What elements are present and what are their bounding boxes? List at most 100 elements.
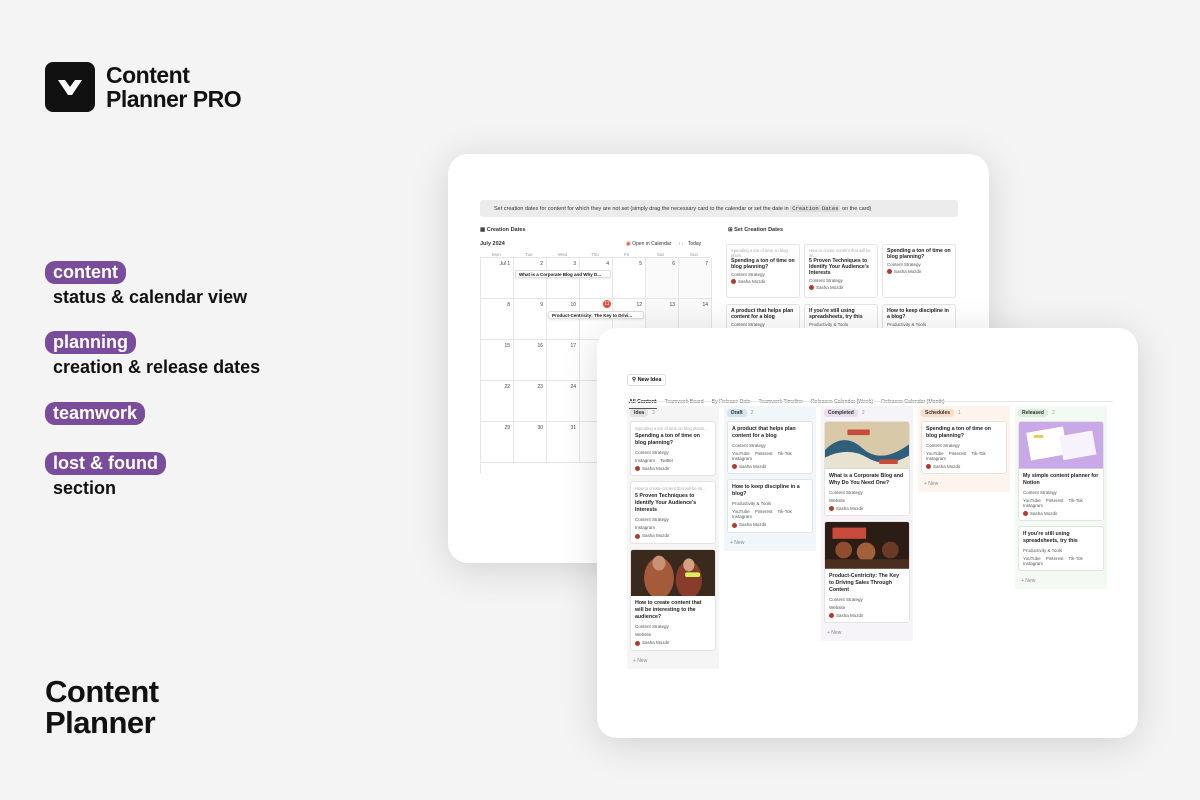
day-number: 24 bbox=[570, 384, 576, 390]
board-card[interactable]: My simple content planner for Notion Cont… bbox=[1018, 421, 1104, 521]
card-body: Product-Centricity: The Key to Driving S… bbox=[825, 569, 909, 622]
channel-label: Website bbox=[635, 632, 652, 638]
card-title: 5 Proven Techniques to Identify Your Aud… bbox=[635, 493, 697, 514]
author-name: Sasha Mozdir bbox=[1030, 510, 1058, 516]
card-hint: How to create content that will be int..… bbox=[809, 248, 871, 258]
day-number: 7 bbox=[705, 261, 708, 267]
avatar bbox=[635, 533, 640, 539]
board-column-idea: Idea 3 Spending a ton of time on blog plan… bbox=[627, 406, 719, 669]
column-header: Completed 2 bbox=[824, 409, 910, 417]
card-tag: Content Strategy bbox=[926, 443, 960, 448]
card-hint: Spending a ton of time on blog planni... bbox=[635, 426, 708, 431]
board-card[interactable]: If you're still using spreadsheets, try … bbox=[1018, 525, 1104, 571]
day-number: 11 bbox=[603, 300, 611, 308]
board-card[interactable]: How to keep discipline in a blog? Product… bbox=[727, 479, 813, 533]
unset-card[interactable]: How to create content that will be int..… bbox=[804, 244, 878, 298]
section-label: Creation Dates bbox=[486, 227, 526, 233]
column-header: Released 2 bbox=[1018, 409, 1104, 417]
card-title: Product-Centricity: The Key to Driving S… bbox=[829, 572, 900, 593]
feature-planning: planning creation & release dates bbox=[45, 331, 260, 377]
card-channels: Website bbox=[829, 498, 905, 503]
unset-card[interactable]: Spending a ton of time on blog planning?… bbox=[882, 244, 956, 298]
prev-next-icon[interactable]: ‹ › bbox=[679, 241, 684, 247]
channel-label: Pinterest bbox=[754, 509, 773, 515]
add-new-button[interactable]: + New bbox=[921, 479, 1007, 489]
today-button[interactable]: Today bbox=[688, 241, 701, 247]
column-count: 2 bbox=[1051, 410, 1055, 416]
calendar-event[interactable]: What is a Corporate Blog and Why D... bbox=[515, 270, 611, 278]
calendar-day-cell[interactable]: 30 bbox=[514, 422, 547, 463]
calendar-day-cell[interactable]: 9 bbox=[514, 299, 547, 340]
day-number: 13 bbox=[669, 302, 675, 308]
calendar-day-cell[interactable]: 22 bbox=[481, 381, 514, 422]
status-chip: Draft bbox=[727, 409, 747, 417]
calendar-day-cell[interactable]: Jul 1 bbox=[481, 258, 514, 299]
author-name: Sasha Mozdir bbox=[894, 269, 922, 274]
status-chip: Released bbox=[1018, 409, 1048, 417]
calendar-day-cell[interactable]: 23 bbox=[514, 381, 547, 422]
day-number: 23 bbox=[537, 384, 543, 390]
calendar-day-cell[interactable]: 5 bbox=[613, 258, 646, 299]
board-card[interactable]: A product that helps plan content for a … bbox=[727, 421, 813, 475]
new-idea-label: New Idea bbox=[637, 377, 662, 383]
card-author: Sasha Mozdir bbox=[635, 466, 711, 472]
calendar-day-cell[interactable]: 24 bbox=[547, 381, 580, 422]
calendar-day-cell[interactable]: 4 bbox=[580, 258, 613, 299]
calendar-day-cell[interactable]: 6 bbox=[646, 258, 679, 299]
board-card[interactable]: Spending a ton of time on blog planning?… bbox=[921, 421, 1007, 475]
card-body: A product that helps plan content for a … bbox=[728, 422, 812, 473]
add-new-button[interactable]: + New bbox=[1018, 576, 1104, 586]
add-new-button[interactable]: + New bbox=[824, 628, 910, 638]
day-number: 30 bbox=[537, 425, 543, 431]
column-count: 1 bbox=[958, 410, 961, 416]
card-title: If you're still using spreadsheets, try … bbox=[1023, 530, 1078, 544]
author-name: Sasha Mozdir bbox=[642, 533, 670, 539]
unset-card[interactable]: Spending a ton of time on blog plann... S… bbox=[726, 244, 800, 298]
card-body: How to create content that will be inter… bbox=[631, 596, 715, 649]
board-card[interactable]: What is a Corporate Blog and Why Do You … bbox=[824, 421, 910, 516]
board-card[interactable]: Spending a ton of time on blog planni...… bbox=[630, 421, 716, 477]
add-new-button[interactable]: + New bbox=[630, 656, 716, 666]
promo-canvas: Content Planner PRO content status & cal… bbox=[0, 0, 1200, 800]
avatar bbox=[809, 285, 814, 291]
column-count: 2 bbox=[861, 410, 865, 416]
channel-label: Instagram bbox=[635, 458, 656, 463]
board-card[interactable]: Product-Centricity: The Key to Driving S… bbox=[824, 520, 910, 623]
day-number: 29 bbox=[504, 425, 510, 431]
column-header: Draft 2 bbox=[727, 409, 813, 417]
calendar-day-cell[interactable]: 16 bbox=[514, 340, 547, 381]
card-channels: Website bbox=[635, 632, 711, 637]
calendar-day-cell[interactable]: 2 bbox=[514, 258, 547, 299]
day-number: 12 bbox=[636, 302, 642, 308]
planner-preview-cover-image bbox=[1019, 422, 1103, 469]
calendar-day-cell[interactable]: 8 bbox=[481, 299, 514, 340]
calendar-month: July 2024 bbox=[480, 241, 505, 247]
calendar-day-cell[interactable]: 10 bbox=[547, 299, 580, 340]
calendar-day-cell[interactable]: 29 bbox=[481, 422, 514, 463]
card-title: How to create content that will be inter… bbox=[635, 600, 702, 621]
card-tag: Content Strategy bbox=[731, 272, 765, 277]
calendar-day-cell[interactable]: 31 bbox=[547, 422, 580, 463]
new-idea-button[interactable]: ⚲ New Idea bbox=[627, 374, 667, 386]
board-card[interactable]: How to create content that will be int..… bbox=[630, 481, 716, 544]
card-tag: Content Strategy bbox=[635, 624, 669, 630]
calendar-day-cell[interactable]: 17 bbox=[547, 340, 580, 381]
add-new-button[interactable]: + New bbox=[727, 538, 813, 548]
card-author: Sasha Mozdir bbox=[635, 640, 711, 646]
calendar-day-cell[interactable]: 3 bbox=[547, 258, 580, 299]
open-in-calendar-button[interactable]: Open in Calendar bbox=[632, 241, 671, 247]
avatar bbox=[1023, 510, 1028, 516]
board-card[interactable]: How to create content that will be inter… bbox=[630, 548, 716, 651]
feature-text: section bbox=[53, 478, 117, 498]
calendar-day-cell[interactable]: 7 bbox=[679, 258, 712, 299]
card-author: Sasha Mozdir bbox=[731, 279, 795, 285]
channel-label: Instagram bbox=[732, 514, 753, 520]
card-title: Spending a ton of time on blog planning? bbox=[926, 426, 992, 439]
calendar-event[interactable]: Product-Centricity: The Key to Drivi... bbox=[548, 311, 644, 319]
board-column-schedules: Schedules 1 Spending a ton of time on blog… bbox=[918, 406, 1010, 493]
calendar-day-cell[interactable]: 15 bbox=[481, 340, 514, 381]
avatar bbox=[731, 279, 736, 285]
day-number: 14 bbox=[702, 302, 708, 308]
set-creation-dates-section: ⊞ Set Creation Dates bbox=[728, 227, 784, 233]
card-body: How to keep discipline in a blog? Product… bbox=[728, 480, 812, 531]
